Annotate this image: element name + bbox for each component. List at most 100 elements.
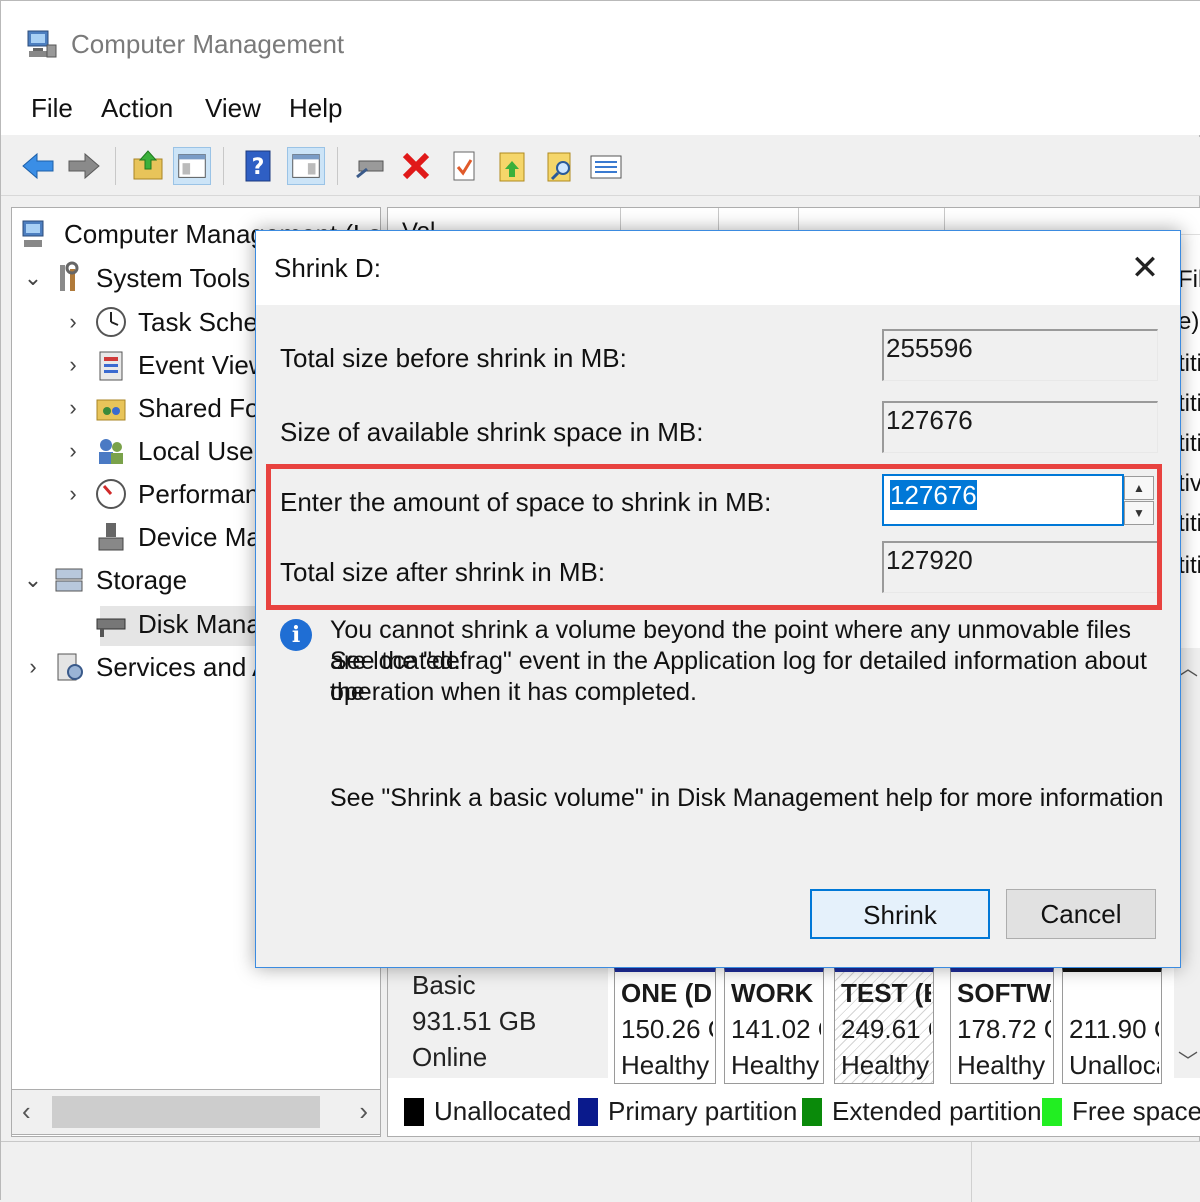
list-fragment: titi — [1178, 390, 1200, 417]
scroll-up-icon[interactable]: ︿ — [1178, 652, 1198, 681]
partition-work[interactable]: WORK 141.02 GB Healthy — [724, 966, 824, 1084]
legend-swatch — [802, 1097, 822, 1126]
up-folder-icon[interactable] — [129, 147, 167, 185]
computer-management-window: Computer Management File Action View Hel… — [0, 0, 1200, 1202]
partition-unallocated[interactable]: 211.90 GB Unallocated — [1062, 966, 1162, 1084]
partition-name: SOFTWA — [957, 978, 1051, 1008]
toolbar-separator — [115, 147, 116, 185]
disk-info-block[interactable]: Basic 931.51 GB Online — [388, 968, 608, 1078]
tools-icon — [60, 261, 79, 291]
partition-name: WORK — [731, 978, 814, 1008]
disk-size: 931.51 GB — [412, 1006, 537, 1036]
list-fragment: titi — [1178, 510, 1200, 537]
chevron-down-icon[interactable]: ⌄ — [20, 265, 46, 291]
partition-status: Healthy — [621, 1050, 710, 1080]
event-log-icon — [99, 351, 123, 381]
chevron-right-icon[interactable]: › — [20, 654, 46, 680]
partition-one[interactable]: ONE (D 150.26 GB Healthy — [614, 966, 716, 1084]
show-hide-console-tree-icon[interactable] — [173, 147, 211, 185]
menu-file[interactable]: File — [31, 93, 73, 124]
window-title: Computer Management — [71, 29, 345, 59]
scrollbar-thumb[interactable] — [52, 1096, 320, 1128]
delete-icon[interactable] — [397, 147, 435, 185]
storage-icon — [55, 568, 83, 592]
legend-unallocated: Unallocated — [404, 1096, 571, 1127]
scroll-right-icon[interactable]: › — [359, 1096, 368, 1127]
scroll-left-icon[interactable]: ‹ — [22, 1096, 31, 1127]
partition-size: 150.26 GB — [621, 1014, 713, 1044]
legend-label: Primary partition — [608, 1096, 798, 1126]
title-bar: Computer Management — [1, 1, 1200, 83]
legend-swatch — [1042, 1097, 1062, 1126]
available-space-field: 127676 — [882, 401, 1158, 453]
list-fragment: titi — [1178, 350, 1200, 377]
chevron-right-icon[interactable]: › — [60, 438, 86, 464]
list-fragment: titi — [1178, 552, 1200, 579]
list-fragment: tiv — [1178, 470, 1200, 497]
partition-status: Healthy — [841, 1050, 930, 1080]
cancel-button[interactable]: Cancel — [1006, 889, 1156, 939]
status-bar — [1, 1141, 1200, 1202]
search-document-icon[interactable] — [541, 147, 579, 185]
legend-primary: Primary partition — [578, 1096, 797, 1127]
computer-management-icon — [27, 30, 57, 58]
show-hide-action-pane-icon[interactable] — [287, 147, 325, 185]
menu-view[interactable]: View — [205, 93, 261, 124]
list-fragment: titi — [1178, 430, 1200, 457]
partition-status: Unallocated — [1069, 1050, 1159, 1080]
menu-help[interactable]: Help — [289, 93, 342, 124]
dialog-title: Shrink D: — [274, 253, 381, 283]
partition-software[interactable]: SOFTWA 178.72 GB Healthy — [950, 966, 1054, 1084]
total-before-label: Total size before shrink in MB: — [280, 343, 627, 373]
toolbar: ? — [1, 137, 1200, 196]
list-fragment: e) — [1178, 308, 1200, 335]
tree-item-system-tools[interactable]: ⌄ System Tools — [20, 258, 250, 298]
chevron-right-icon[interactable]: › — [60, 395, 86, 421]
help-link-text[interactable]: See "Shrink a basic volume" in Disk Mana… — [330, 783, 1170, 814]
shrink-dialog: Shrink D: ✕ Total size before shrink in … — [255, 230, 1181, 968]
tree-item-storage[interactable]: ⌄ Storage — [20, 560, 187, 600]
menu-action[interactable]: Action — [101, 93, 173, 124]
chevron-down-icon[interactable]: ⌄ — [20, 567, 46, 593]
tree-label: System Tools — [96, 262, 251, 293]
clock-icon — [96, 307, 126, 337]
partition-status: Healthy — [957, 1050, 1046, 1080]
close-icon[interactable]: ✕ — [1120, 243, 1170, 293]
partition-test-selected[interactable]: TEST (E 249.61 GB Healthy — [834, 966, 934, 1084]
chevron-right-icon[interactable]: › — [60, 481, 86, 507]
menu-bar: File Action View Help — [1, 83, 1200, 135]
legend-free-space: Free space — [1042, 1096, 1200, 1127]
info-text-line-3: operation when it has completed. — [330, 678, 697, 706]
partition-size: 211.90 GB — [1069, 1014, 1159, 1044]
properties-icon[interactable] — [445, 147, 483, 185]
users-icon — [99, 439, 123, 464]
scroll-down-icon[interactable]: ﹀ — [1178, 1045, 1198, 1074]
tree-label: Storage — [96, 564, 188, 595]
legend-label: Unallocated — [434, 1096, 572, 1126]
import-up-icon[interactable] — [493, 147, 531, 185]
computer-management-icon — [22, 220, 44, 247]
disk-status: Online — [412, 1042, 488, 1072]
dialog-title-bar: Shrink D: ✕ — [256, 231, 1180, 305]
chevron-right-icon[interactable]: › — [60, 309, 86, 335]
disk-type: Basic — [412, 970, 476, 1000]
connect-drive-icon[interactable] — [351, 147, 389, 185]
list-view-icon[interactable] — [587, 147, 625, 185]
help-icon[interactable]: ? — [239, 147, 277, 185]
partition-size: 141.02 GB — [731, 1014, 821, 1044]
partition-name: ONE (D — [621, 978, 712, 1008]
performance-gauge-icon — [96, 479, 126, 509]
tree-horizontal-scrollbar[interactable]: ‹ › — [11, 1089, 381, 1135]
tree-item-performance[interactable]: › Performance — [60, 474, 287, 514]
disk-drive-icon — [96, 618, 126, 637]
total-before-field: 255596 — [882, 329, 1158, 381]
back-arrow-icon[interactable] — [19, 147, 57, 185]
red-highlight-box — [266, 464, 1162, 610]
chevron-right-icon[interactable]: › — [60, 352, 86, 378]
forward-arrow-icon[interactable] — [65, 147, 103, 185]
svg-text:?: ? — [252, 155, 265, 180]
services-icon — [57, 653, 83, 681]
shrink-button[interactable]: Shrink — [810, 889, 990, 939]
toolbar-separator — [223, 147, 224, 185]
available-space-label: Size of available shrink space in MB: — [280, 417, 704, 447]
